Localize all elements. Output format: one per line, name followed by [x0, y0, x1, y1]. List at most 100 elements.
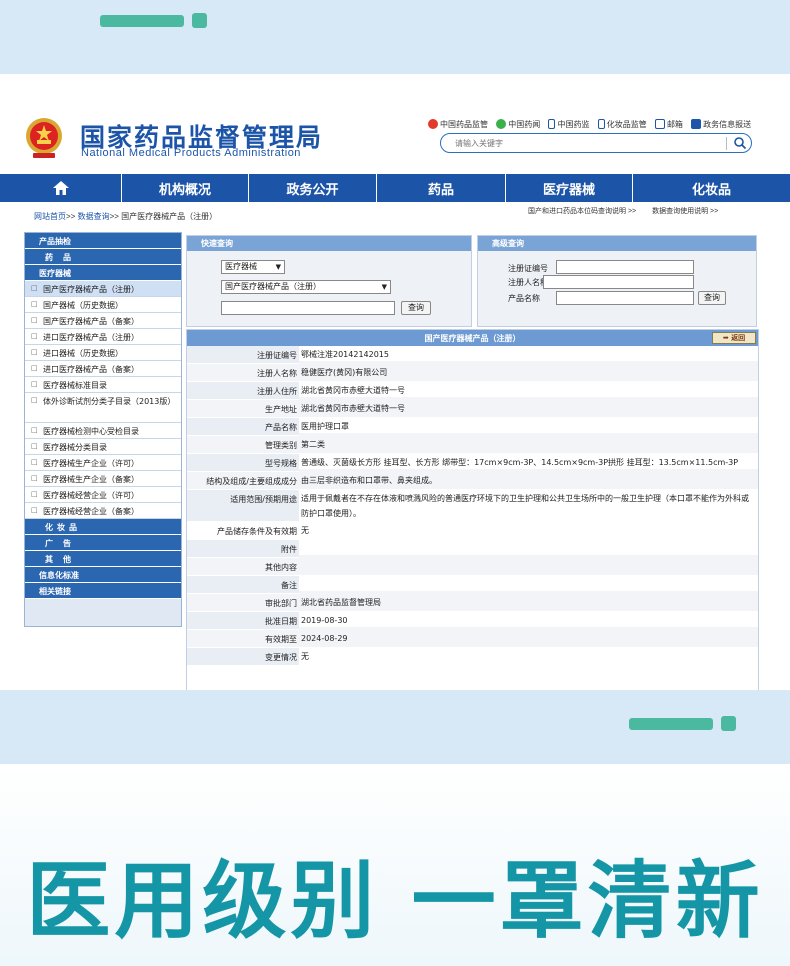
top-link-report[interactable]: 政务信息报送 — [691, 119, 751, 129]
database-select[interactable]: 国产医疗器械产品（注册） ▼ — [221, 280, 391, 294]
sidebar-item-standards[interactable]: 医疗器械标准目录 — [25, 377, 181, 393]
quick-search-title: 快速查询 — [187, 236, 471, 251]
weibo-icon — [428, 119, 438, 129]
main-nav: 机构概况 政务公开 药品 医疗器械 化妆品 — [0, 174, 790, 202]
quick-search-input[interactable] — [221, 301, 395, 315]
sidebar-cat-devices[interactable]: 医疗器械 — [25, 265, 181, 281]
detail-value: 湖北省药品监督管理局 — [299, 591, 758, 611]
mail-icon — [654, 119, 665, 129]
detail-label: 其他内容 — [187, 558, 299, 575]
sidebar-cat-info[interactable]: 信息化标准 — [25, 567, 181, 583]
sidebar-item-testing-center[interactable]: 医疗器械检测中心受检目录 — [25, 423, 181, 439]
sidebar-item-producer-licensed[interactable]: 医疗器械生产企业（许可） — [25, 455, 181, 471]
detail-label: 结构及组成/主要组成成分 — [187, 472, 299, 489]
category-select-value: 医疗器械 — [225, 262, 257, 271]
detail-value: 适用于佩戴者在不存在体液和喷溅风险的普通医疗环境下的卫生护理和公共卫生场所中的一… — [301, 494, 749, 518]
search-icon[interactable] — [733, 136, 747, 150]
detail-value: 湖北省黄冈市赤壁大道特一号 — [299, 397, 758, 417]
reg-number-input[interactable] — [556, 260, 694, 274]
detail-label: 注册人住所 — [187, 382, 299, 399]
sidebar-cat-cosmetics[interactable]: 化妆品 — [25, 519, 181, 535]
reg-number-label: 注册证编号 — [508, 264, 548, 273]
registrant-input[interactable] — [543, 275, 694, 289]
detail-value: 鄂械注准20142142015 — [301, 350, 389, 359]
slogan: 医用级别 一罩清新 — [26, 852, 764, 950]
detail-label: 产品储存条件及有效期 — [187, 522, 299, 539]
detail-label: 型号规格 — [187, 454, 299, 471]
detail-value: 无 — [299, 519, 758, 539]
detail-title-text: 国产医疗器械产品（注册） — [424, 333, 521, 343]
product-name-input[interactable] — [556, 291, 694, 305]
detail-label: 有效期至 — [187, 630, 299, 647]
breadcrumb-query[interactable]: 数据查询 — [78, 212, 110, 221]
category-select[interactable]: 医疗器械 ▼ — [221, 260, 285, 274]
decor-pill — [629, 718, 713, 730]
detail-value: 医用护理口罩 — [301, 422, 349, 431]
sidebar-item-import-registered[interactable]: 进口医疗器械产品（注册） — [25, 329, 181, 345]
nav-home[interactable] — [0, 174, 122, 202]
top-link-cosmetics[interactable]: 化妆品监管 — [597, 119, 647, 129]
sidebar-item-import-history[interactable]: 进口器械（历史数据） — [25, 345, 181, 361]
help-links: 国产和进口药品本位码查询说明 >> 数据查询使用说明 >> — [528, 206, 732, 216]
breadcrumb-current: 国产医疗器械产品（注册） — [121, 212, 218, 221]
detail-value: 稳健医疗(黄冈)有限公司 — [299, 361, 758, 381]
nav-organization[interactable]: 机构概况 — [122, 174, 249, 202]
detail-label: 管理类别 — [187, 436, 299, 453]
top-link-wechat[interactable]: 中国药闻 — [496, 119, 540, 129]
sidebar-cat-drugs[interactable]: 药品 — [25, 249, 181, 265]
decor-dot — [192, 13, 207, 28]
sidebar-item-dealer-filed[interactable]: 医疗器械经营企业（备案） — [25, 503, 181, 519]
advanced-search-button[interactable]: 查询 — [698, 291, 726, 305]
breadcrumb-home[interactable]: 网站首页 — [34, 212, 66, 221]
sidebar-cat-products[interactable]: 产品抽检 — [25, 233, 181, 249]
detail-value: 2024-08-29 — [299, 627, 758, 647]
detail-label: 审批部门 — [187, 594, 299, 611]
website-screenshot: 国家药品监督管理局 National Medical Products Admi… — [0, 74, 790, 690]
query-help-link[interactable]: 数据查询使用说明 >> — [652, 208, 718, 215]
nav-medical-devices[interactable]: 医疗器械 — [506, 174, 633, 202]
quick-search-panel: 快速查询 医疗器械 ▼ 国产医疗器械产品（注册） ▼ 查询 — [186, 235, 472, 327]
top-link-weibo[interactable]: 中国药品监管 — [428, 119, 488, 129]
detail-label: 备注 — [187, 576, 299, 593]
back-button[interactable]: ➡ 返回 — [712, 332, 756, 344]
detail-value — [299, 573, 758, 593]
sidebar-item-producer-filed[interactable]: 医疗器械生产企业（备案） — [25, 471, 181, 487]
detail-label: 注册证编号 — [187, 346, 299, 363]
quick-search-button[interactable]: 查询 — [401, 301, 431, 315]
detail-value — [299, 537, 758, 557]
sidebar-item-classification[interactable]: 医疗器械分类目录 — [25, 439, 181, 455]
detail-label: 生产地址 — [187, 400, 299, 417]
nav-drugs[interactable]: 药品 — [377, 174, 506, 202]
sidebar-item-import-filed[interactable]: 进口医疗器械产品（备案） — [25, 361, 181, 377]
sidebar-item-ivd-catalog[interactable]: 体外诊断试剂分类子目录（2013版） — [25, 393, 181, 423]
breadcrumb: 网站首页>> 数据查询>> 国产医疗器械产品（注册） — [34, 211, 217, 222]
product-name-label: 产品名称 — [508, 294, 540, 303]
detail-label: 附件 — [187, 540, 299, 557]
sidebar-cat-other[interactable]: 其他 — [25, 551, 181, 567]
back-label: 返回 — [731, 333, 746, 342]
detail-value: 第二类 — [299, 433, 758, 453]
detail-label: 注册人名称 — [187, 364, 299, 381]
drug-code-help-link[interactable]: 国产和进口药品本位码查询说明 >> — [528, 208, 636, 215]
top-link-mail[interactable]: 邮箱 — [654, 119, 683, 129]
search-input[interactable] — [455, 137, 715, 150]
sidebar-item-dealer-licensed[interactable]: 医疗器械经营企业（许可） — [25, 487, 181, 503]
top-link-mobile[interactable]: 中国药监 — [548, 119, 589, 129]
breadcrumb-sep: >> — [109, 212, 119, 221]
sidebar-item-domestic-registered[interactable]: 国产医疗器械产品（注册） — [25, 281, 181, 297]
sidebar-item-domestic-history[interactable]: 国产器械（历史数据） — [25, 297, 181, 313]
monitor-icon — [691, 119, 702, 129]
sidebar-cat-links[interactable]: 相关链接 — [25, 583, 181, 599]
sidebar-cat-ads[interactable]: 广告 — [25, 535, 181, 551]
nav-cosmetics[interactable]: 化妆品 — [633, 174, 790, 202]
top-band — [0, 0, 790, 74]
chevron-down-icon: ▼ — [381, 283, 387, 291]
advanced-search-title: 高级查询 — [478, 236, 756, 251]
database-select-value: 国产医疗器械产品（注册） — [225, 282, 321, 291]
home-icon — [52, 181, 69, 195]
detail-value: 无 — [301, 652, 309, 661]
detail-row: 变更情况无 — [187, 648, 758, 666]
sidebar: 产品抽检 药品 医疗器械 国产医疗器械产品（注册） 国产器械（历史数据） 国产医… — [24, 232, 182, 627]
sidebar-item-domestic-filed[interactable]: 国产医疗器械产品（备案） — [25, 313, 181, 329]
nav-government-affairs[interactable]: 政务公开 — [249, 174, 377, 202]
